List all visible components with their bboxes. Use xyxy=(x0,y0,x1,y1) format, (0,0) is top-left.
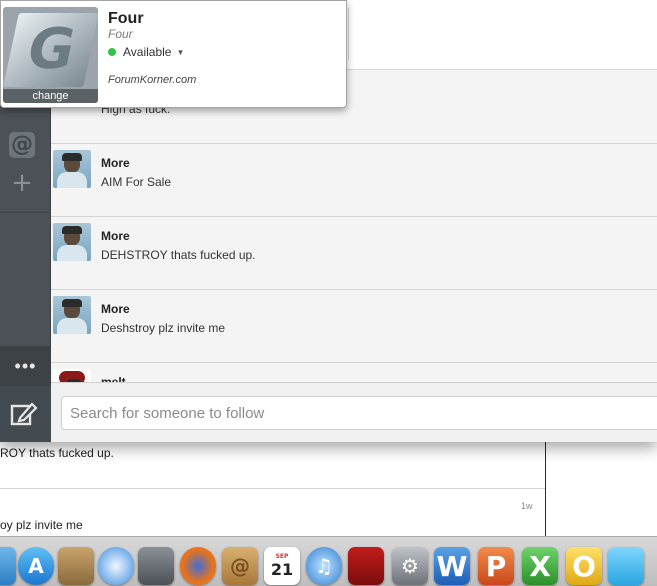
tweet-author[interactable]: melt xyxy=(101,375,126,382)
calendar-icon[interactable]: SEP 21 xyxy=(264,547,300,585)
header-divider xyxy=(348,8,349,60)
tweet-row[interactable]: More Deshstroy plz invite me xyxy=(51,290,657,363)
background-tweet-text-2: oy plz invite me xyxy=(0,518,83,532)
outlook-icon[interactable]: O xyxy=(566,547,602,585)
tweet-row[interactable]: More AIM For Sale xyxy=(51,144,657,217)
address-book-icon[interactable]: @ xyxy=(222,547,258,585)
itunes-icon[interactable]: ♫ xyxy=(306,547,342,585)
sidebar-divider xyxy=(0,212,51,213)
messenger-icon[interactable] xyxy=(608,547,644,585)
background-row-divider xyxy=(0,488,545,489)
calendar-day: 21 xyxy=(270,560,294,579)
tweet-text: Deshstroy plz invite me xyxy=(101,321,226,335)
background-tweet-time: 1w xyxy=(521,501,533,511)
facetime-icon[interactable] xyxy=(138,547,174,585)
account-handle: Four xyxy=(108,27,133,41)
compose-button[interactable] xyxy=(0,386,51,442)
powerpoint-icon[interactable]: P xyxy=(478,547,514,585)
tweet-row[interactable]: melt xyxy=(51,363,657,382)
account-name: Four xyxy=(108,10,144,27)
avatar[interactable] xyxy=(53,296,91,334)
compose-icon xyxy=(10,402,38,426)
app-store-icon[interactable]: A xyxy=(18,547,54,585)
tweet-author[interactable]: More xyxy=(101,302,130,316)
avatar[interactable] xyxy=(53,150,91,188)
tweet-row[interactable]: More DEHSTROY thats fucked up. xyxy=(51,217,657,290)
system-preferences-icon[interactable]: ⚙ xyxy=(392,547,428,585)
status-dot-icon xyxy=(108,48,116,56)
account-avatar[interactable]: G change xyxy=(3,7,98,103)
chevron-down-icon: ▼ xyxy=(176,47,185,57)
search-bar xyxy=(51,382,657,442)
forum-logo-icon: G xyxy=(3,13,98,87)
change-avatar-button[interactable]: change xyxy=(3,89,98,103)
status-label: Available xyxy=(123,45,172,59)
dock: A @ SEP 21 ♫ ⚙ W P X O xyxy=(0,536,657,586)
safari-icon[interactable] xyxy=(98,547,134,585)
tweet-text: AIM For Sale xyxy=(101,175,172,189)
photo-booth-icon[interactable] xyxy=(348,547,384,585)
calendar-month: SEP xyxy=(275,553,289,560)
tweet-author[interactable]: More xyxy=(101,156,130,170)
mentions-icon[interactable]: @ xyxy=(9,132,35,158)
account-website[interactable]: ForumKorner.com xyxy=(108,74,196,86)
tweet-text: DEHSTROY thats fucked up. xyxy=(101,248,256,262)
search-input[interactable] xyxy=(61,396,657,430)
avatar[interactable] xyxy=(53,223,91,261)
firefox-icon[interactable] xyxy=(180,547,216,585)
avatar[interactable] xyxy=(53,369,91,382)
status-selector[interactable]: Available ▼ xyxy=(108,45,184,59)
finder-icon[interactable] xyxy=(0,547,16,585)
excel-icon[interactable]: X xyxy=(522,547,558,585)
background-divider xyxy=(545,440,546,544)
tweet-author[interactable]: More xyxy=(101,229,130,243)
word-icon[interactable]: W xyxy=(434,547,470,585)
account-popover: G change Four Four Available ▼ ForumKorn… xyxy=(0,0,347,108)
preview-icon[interactable] xyxy=(58,547,94,585)
more-button[interactable]: ••• xyxy=(0,346,51,386)
background-tweet-text: ROY thats fucked up. xyxy=(0,446,114,460)
add-column-icon[interactable]: + xyxy=(9,170,35,196)
